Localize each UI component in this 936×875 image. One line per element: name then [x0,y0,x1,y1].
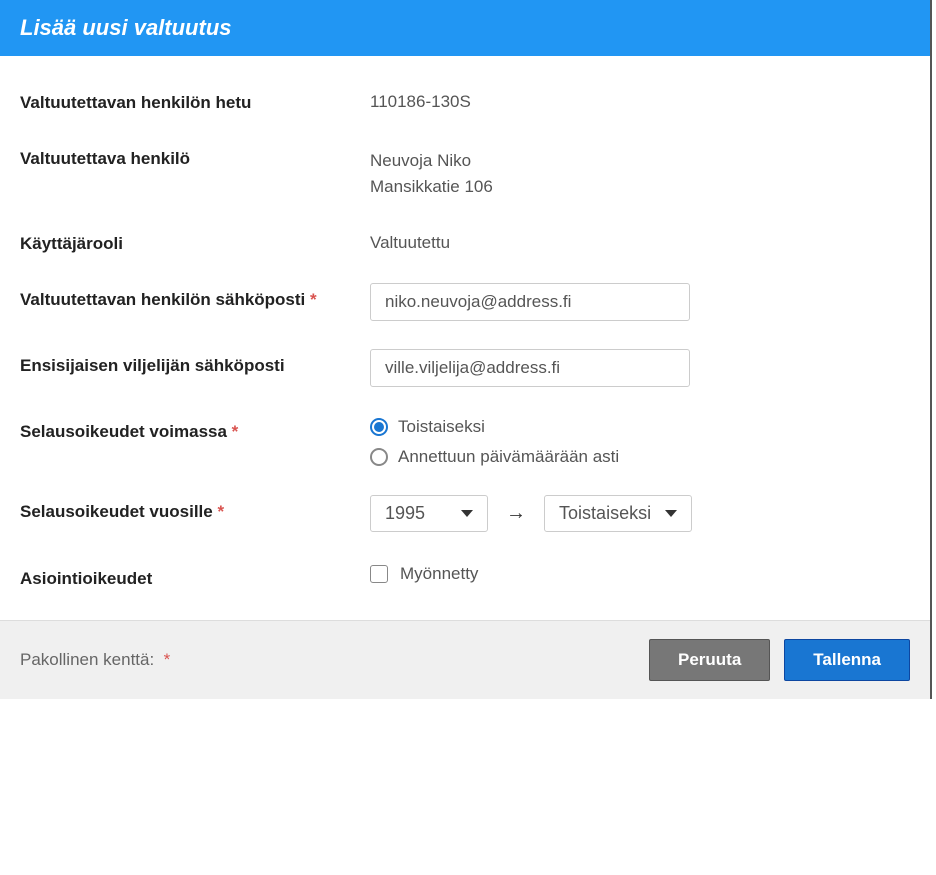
row-role: Käyttäjärooli Valtuutettu [20,227,910,255]
row-email2: Ensisijaisen viljelijän sähköposti [20,349,910,387]
required-mark: * [232,422,239,441]
required-mark: * [310,290,317,309]
label-hetu: Valtuutettavan henkilön hetu [20,86,370,114]
modal-footer: Pakollinen kenttä: * Peruuta Tallenna [0,620,930,699]
cancel-button[interactable]: Peruuta [649,639,770,681]
email-farmer-input[interactable] [370,349,690,387]
modal-body: Valtuutettavan henkilön hetu 110186-130S… [0,56,930,620]
radio-icon [370,448,388,466]
chevron-down-icon [461,510,473,517]
footer-required-label: Pakollinen kenttä: * [20,650,170,670]
label-role: Käyttäjärooli [20,227,370,255]
row-years: Selausoikeudet vuosille * 1995 → Toistai… [20,495,910,532]
authorization-modal: Lisää uusi valtuutus Valtuutettavan henk… [0,0,932,699]
chevron-down-icon [665,510,677,517]
row-email1: Valtuutettavan henkilön sähköposti * [20,283,910,321]
year-from-value: 1995 [385,503,425,524]
row-validity: Selausoikeudet voimassa * Toistaiseksi A… [20,415,910,467]
radio-until-further[interactable]: Toistaiseksi [370,417,910,437]
label-email1: Valtuutettavan henkilön sähköposti * [20,283,370,311]
label-email2: Ensisijaisen viljelijän sähköposti [20,349,370,377]
value-hetu: 110186-130S [370,86,910,112]
required-mark: * [217,502,224,521]
person-address: Mansikkatie 106 [370,174,910,200]
validity-radio-group: Toistaiseksi Annettuun päivämäärään asti [370,415,910,467]
value-person: Neuvoja Niko Mansikkatie 106 [370,142,910,199]
year-from-select[interactable]: 1995 [370,495,488,532]
year-to-select[interactable]: Toistaiseksi [544,495,692,532]
label-rights: Asiointioikeudet [20,562,370,590]
radio-until-date[interactable]: Annettuun päivämäärään asti [370,447,910,467]
modal-title: Lisää uusi valtuutus [20,15,232,40]
rights-checkbox[interactable] [370,565,388,583]
row-rights: Asiointioikeudet Myönnetty [20,562,910,590]
row-hetu: Valtuutettavan henkilön hetu 110186-130S [20,86,910,114]
person-name: Neuvoja Niko [370,148,910,174]
radio-icon [370,418,388,436]
modal-header: Lisää uusi valtuutus [0,0,930,56]
radio-label: Toistaiseksi [398,417,485,437]
year-to-value: Toistaiseksi [559,503,651,524]
arrow-icon: → [506,502,526,525]
label-years: Selausoikeudet vuosille * [20,495,370,523]
label-validity: Selausoikeudet voimassa * [20,415,370,443]
label-person: Valtuutettava henkilö [20,142,370,170]
checkbox-label: Myönnetty [400,564,478,584]
email-authorized-input[interactable] [370,283,690,321]
save-button[interactable]: Tallenna [784,639,910,681]
value-role: Valtuutettu [370,227,910,253]
row-person: Valtuutettava henkilö Neuvoja Niko Mansi… [20,142,910,199]
radio-label: Annettuun päivämäärään asti [398,447,619,467]
